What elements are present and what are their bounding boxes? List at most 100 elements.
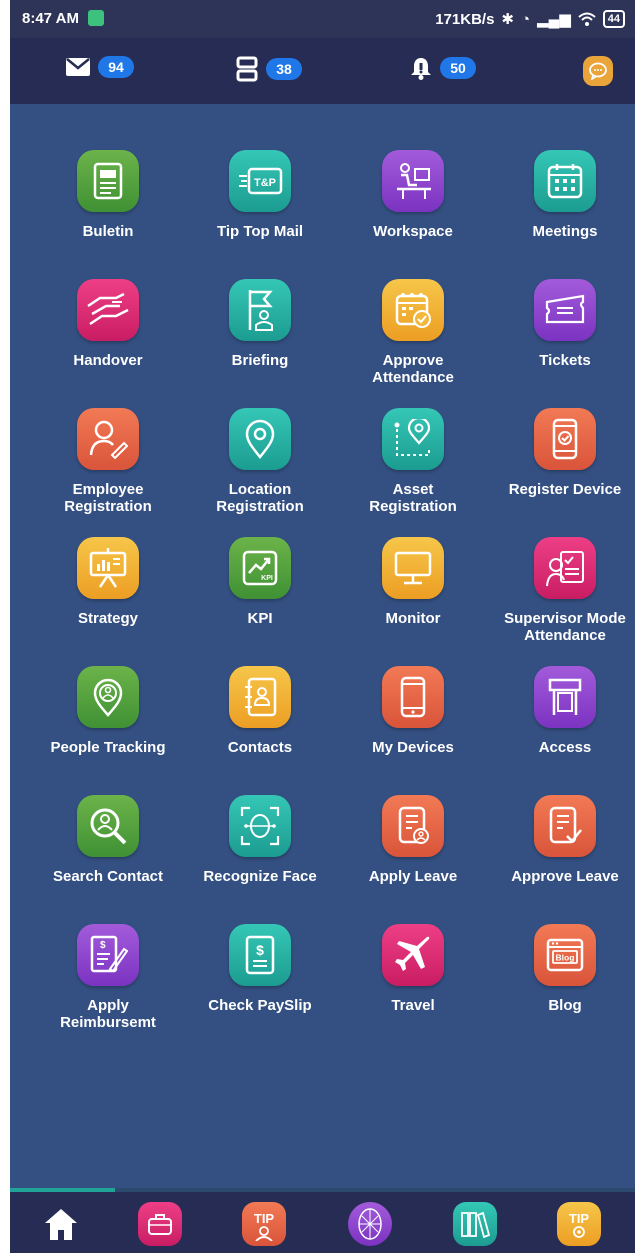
mail-button[interactable]: 94: [66, 56, 134, 78]
person-pin-icon: [77, 666, 139, 728]
app-label: My Devices: [372, 739, 454, 756]
app-label: People Tracking: [50, 739, 166, 756]
app-buletin[interactable]: Buletin: [32, 150, 184, 240]
app-register-device[interactable]: Register Device: [489, 408, 635, 498]
app-check-payslip[interactable]: $ Check PaySlip: [184, 924, 336, 1014]
svg-text:TIP: TIP: [569, 1211, 590, 1226]
notifications-button[interactable]: 50: [410, 56, 476, 80]
bottom-tab-bar: TIP TIP: [10, 1192, 635, 1253]
location-pin-icon: [229, 408, 291, 470]
app-label: Blog: [548, 997, 582, 1014]
face-mesh-icon: [354, 1206, 386, 1242]
app-access[interactable]: Access: [489, 666, 635, 756]
app-approve-attendance[interactable]: Approve Attendance: [337, 279, 489, 386]
contact-book-icon: [229, 666, 291, 728]
kpi-chart-icon: KPI: [229, 537, 291, 599]
app-kpi[interactable]: KPI KPI: [184, 537, 336, 627]
svg-text:TIP: TIP: [254, 1211, 275, 1226]
app-apply-reimbursement[interactable]: $ Apply Reimbursemt: [32, 924, 184, 1031]
alarm-icon: ◔: [520, 10, 531, 28]
invoice-sign-icon: $: [77, 924, 139, 986]
tab-jobs[interactable]: [138, 1202, 182, 1246]
airplane-icon: [382, 924, 444, 986]
network-speed: 171KB/s: [435, 10, 495, 28]
app-label: Access: [538, 739, 592, 756]
payslip-icon: $: [229, 924, 291, 986]
app-travel[interactable]: Travel: [337, 924, 489, 1014]
ticket-icon: [534, 279, 596, 341]
app-contacts[interactable]: Contacts: [184, 666, 336, 756]
status-right-group: 171KB/s ✱ ◔ ▂▄▆ 44: [435, 10, 625, 28]
app-label: Recognize Face: [203, 868, 317, 885]
app-label: Meetings: [532, 223, 598, 240]
app-label: Location Registration: [216, 481, 304, 515]
app-workspace[interactable]: Workspace: [337, 150, 489, 240]
top-nav: 94 38 50: [10, 38, 635, 104]
app-employee-registration[interactable]: Employee Registration: [32, 408, 184, 515]
app-label: Workspace: [373, 223, 453, 240]
notification-app-icon: [88, 10, 104, 26]
presentation-board-icon: [77, 537, 139, 599]
app-tickets[interactable]: Tickets: [489, 279, 635, 369]
app-label: Employee Registration: [64, 481, 152, 515]
app-label: Register Device: [508, 481, 622, 498]
app-label: Approve Leave: [511, 868, 619, 885]
signal-icon: ▂▄▆: [537, 11, 571, 28]
app-monitor[interactable]: Monitor: [337, 537, 489, 627]
books-icon: [460, 1210, 490, 1238]
tab-face-id[interactable]: [348, 1202, 392, 1246]
app-label: Briefing: [231, 352, 289, 369]
app-briefing[interactable]: Briefing: [184, 279, 336, 369]
svg-text:Blog: Blog: [556, 953, 575, 963]
calendar-icon: [534, 150, 596, 212]
mail-count-badge: 94: [98, 56, 134, 78]
tab-home[interactable]: [39, 1202, 83, 1246]
app-search-contact[interactable]: Search Contact: [32, 795, 184, 885]
route-pin-icon: [382, 408, 444, 470]
user-edit-icon: [77, 408, 139, 470]
face-scan-icon: [229, 795, 291, 857]
desk-worker-icon: [382, 150, 444, 212]
app-label: Supervisor Mode Attendance: [504, 610, 626, 644]
tasks-count-badge: 38: [266, 58, 302, 80]
app-label: Strategy: [77, 610, 139, 627]
newspaper-icon: [77, 150, 139, 212]
app-label: Tip Top Mail: [216, 223, 304, 240]
app-tip-top-mail[interactable]: T&P Tip Top Mail: [184, 150, 336, 240]
chat-button[interactable]: [583, 56, 613, 86]
app-asset-registration[interactable]: Asset Registration: [337, 408, 489, 515]
app-meetings[interactable]: Meetings: [489, 150, 635, 240]
app-strategy[interactable]: Strategy: [32, 537, 184, 627]
app-people-tracking[interactable]: People Tracking: [32, 666, 184, 756]
bell-icon: [410, 56, 432, 80]
tab-tip-brand[interactable]: TIP: [557, 1202, 601, 1246]
flag-person-icon: [229, 279, 291, 341]
door-gate-icon: [534, 666, 596, 728]
briefcase-icon: [147, 1212, 173, 1236]
app-label: Handover: [73, 352, 143, 369]
app-recognize-face[interactable]: Recognize Face: [184, 795, 336, 885]
mobile-device-icon: [382, 666, 444, 728]
mail-brand-icon: T&P: [229, 150, 291, 212]
home-icon: [43, 1207, 79, 1241]
tab-tip-profile[interactable]: TIP: [242, 1202, 286, 1246]
app-label: Buletin: [82, 223, 134, 240]
app-my-devices[interactable]: My Devices: [337, 666, 489, 756]
status-bar: 8:47 AM 171KB/s ✱ ◔ ▂▄▆ 44: [10, 0, 635, 38]
app-label: Monitor: [385, 610, 441, 627]
app-screen: 8:47 AM 171KB/s ✱ ◔ ▂▄▆ 44 94 38 50 Bule…: [10, 0, 635, 1253]
app-approve-leave[interactable]: Approve Leave: [489, 795, 635, 885]
svg-text:$: $: [256, 942, 264, 958]
app-location-registration[interactable]: Location Registration: [184, 408, 336, 515]
app-supervisor-mode-attendance[interactable]: Supervisor Mode Attendance: [489, 537, 635, 644]
app-handover[interactable]: Handover: [32, 279, 184, 369]
app-label: Search Contact: [52, 868, 164, 885]
app-label: Approve Attendance: [372, 352, 454, 386]
wifi-icon: [578, 12, 596, 26]
tab-library[interactable]: [453, 1202, 497, 1246]
svg-text:T&P: T&P: [254, 177, 276, 189]
app-label: Asset Registration: [369, 481, 457, 515]
tasks-button[interactable]: 38: [236, 56, 302, 82]
app-apply-leave[interactable]: Apply Leave: [337, 795, 489, 885]
app-blog[interactable]: Blog Blog: [489, 924, 635, 1014]
